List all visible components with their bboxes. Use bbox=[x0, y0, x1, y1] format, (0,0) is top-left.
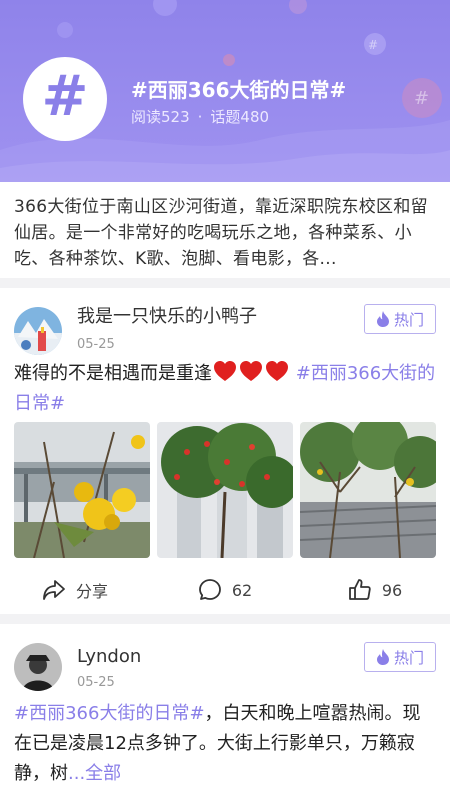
svg-text:#: # bbox=[368, 38, 378, 52]
post-card[interactable]: Lyndon 05-25 热门 #西丽366大街的日常#，白天和晚上喧嚣热闹。现… bbox=[0, 624, 450, 800]
topic-title: #西丽366大街的日常# bbox=[131, 78, 347, 102]
photo-grid bbox=[14, 422, 436, 558]
thumbs-up-icon bbox=[348, 579, 371, 600]
photo-tree-lined-road[interactable] bbox=[300, 422, 436, 558]
hot-badge[interactable]: 热门 bbox=[364, 304, 436, 334]
post-card[interactable]: 我是一只快乐的小鸭子 05-25 热门 难得的不是相遇而是重逢 #西丽366大街… bbox=[0, 288, 450, 614]
expand-full-link[interactable]: ...全部 bbox=[68, 763, 121, 784]
hash-icon: # bbox=[41, 64, 89, 129]
read-count: 阅读523 bbox=[131, 108, 190, 126]
post-text[interactable]: #西丽366大街的日常#，白天和晚上喧嚣热闹。现在已是凌晨12点多钟了。大街上行… bbox=[14, 699, 436, 789]
avatar[interactable] bbox=[14, 643, 62, 691]
topic-stats: 阅读523 · 话题480 bbox=[131, 106, 269, 127]
heart-emoji-1 bbox=[214, 361, 236, 381]
topic-description[interactable]: 366大街位于南山区沙河街道，靠近深职院东校区和留仙居。是一个非常好的吃喝玩乐之… bbox=[0, 182, 450, 278]
post-body: 难得的不是相遇而是重逢 bbox=[14, 363, 212, 384]
topic-header: # # # #西丽366大街的日常# 阅读523 · 话题480 bbox=[0, 0, 450, 182]
comment-button[interactable]: 62 bbox=[150, 572, 300, 608]
share-label: 分享 bbox=[75, 582, 108, 601]
photo-yellow-flowers[interactable] bbox=[14, 422, 150, 558]
hot-label: 热门 bbox=[393, 648, 424, 667]
section-divider bbox=[0, 614, 450, 624]
post-date: 05-25 bbox=[77, 337, 115, 352]
like-button[interactable]: 96 bbox=[300, 572, 450, 608]
post-date: 05-25 bbox=[77, 675, 115, 690]
post-text[interactable]: 难得的不是相遇而是重逢 #西丽366大街的日常# bbox=[14, 359, 436, 419]
hot-badge[interactable]: 热门 bbox=[364, 642, 436, 672]
post-actions: 分享 62 96 bbox=[0, 572, 450, 608]
flame-icon bbox=[376, 649, 389, 665]
hot-label: 热门 bbox=[393, 310, 424, 329]
comment-icon bbox=[198, 579, 221, 600]
avatar[interactable] bbox=[14, 307, 62, 355]
like-count: 96 bbox=[381, 580, 403, 600]
flame-icon bbox=[376, 311, 389, 327]
topic-post-count: 话题480 bbox=[210, 108, 270, 126]
topic-avatar: # bbox=[23, 57, 107, 141]
comment-count: 62 bbox=[231, 580, 253, 600]
svg-text:#: # bbox=[414, 88, 429, 109]
share-icon bbox=[43, 580, 65, 600]
topic-tag-link[interactable]: #西丽366大街的日常# bbox=[14, 703, 205, 724]
heart-emoji-3 bbox=[266, 361, 288, 381]
username[interactable]: Lyndon bbox=[77, 646, 141, 667]
photo-red-flower-tree[interactable] bbox=[157, 422, 293, 558]
heart-emoji-2 bbox=[240, 361, 262, 381]
share-button[interactable]: 分享 bbox=[0, 572, 150, 608]
stats-separator: · bbox=[197, 108, 203, 126]
username[interactable]: 我是一只快乐的小鸭子 bbox=[77, 302, 257, 328]
section-divider bbox=[0, 278, 450, 288]
